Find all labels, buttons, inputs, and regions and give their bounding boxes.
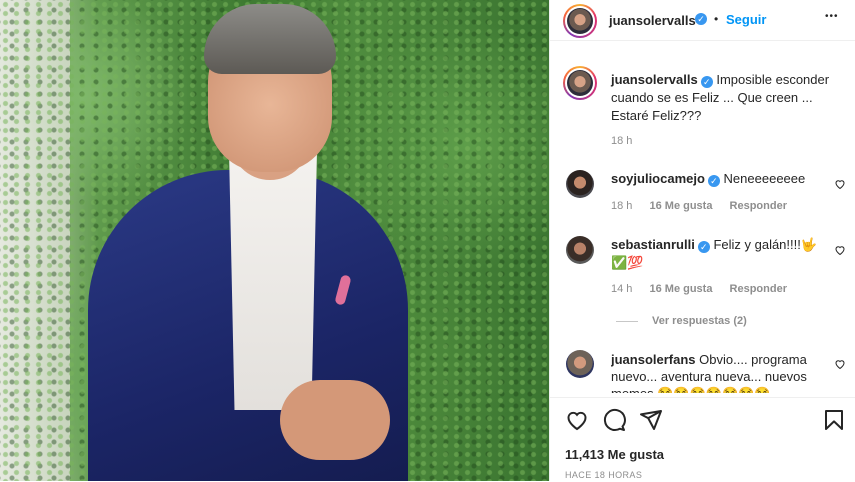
post-photo[interactable] xyxy=(0,0,549,481)
comment-meta: 14 h 16 Me gusta Responder xyxy=(611,283,787,295)
comment-heart-icon[interactable] xyxy=(834,178,846,190)
heart-icon[interactable] xyxy=(565,408,589,432)
comment-meta: 18 h 16 Me gusta Responder xyxy=(611,200,787,212)
comment-text: Feliz y galán!!!!🤟 xyxy=(713,237,818,252)
post-header: juansolervalls ✓ • Seguir ••• xyxy=(550,0,855,41)
comment-icon[interactable] xyxy=(602,408,626,432)
avatar[interactable] xyxy=(566,236,594,264)
comment-time[interactable]: 14 h xyxy=(611,283,632,295)
replies-divider xyxy=(616,321,638,322)
comment: soyjuliocamejo ✓ Neneeeeeeee xyxy=(611,171,831,187)
caption-username[interactable]: juansolervalls xyxy=(611,72,698,87)
verified-icon: ✓ xyxy=(707,175,720,187)
comment-username[interactable]: juansolerfans xyxy=(611,352,696,367)
bookmark-icon[interactable] xyxy=(822,408,846,432)
comment-username[interactable]: soyjuliocamejo xyxy=(611,171,705,186)
post-caption: juansolervalls ✓ Imposible esconder cuand… xyxy=(611,71,841,125)
view-replies-button[interactable]: Ver respuestas (2) xyxy=(652,315,747,327)
comment-text-emoji: ✅💯 xyxy=(611,255,644,270)
post-time[interactable]: HACE 18 HORAS xyxy=(565,470,642,480)
author-username[interactable]: juansolervalls xyxy=(609,13,696,28)
avatar[interactable] xyxy=(567,8,593,34)
verified-icon: ✓ xyxy=(697,241,710,253)
verified-icon: ✓ xyxy=(695,13,707,25)
reply-button[interactable]: Responder xyxy=(730,283,787,295)
comment: juansolerfans Obvio.... programa nuevo..… xyxy=(611,351,833,393)
comment-username[interactable]: sebastianrulli xyxy=(611,237,695,252)
comment: sebastianrulli ✓ Feliz y galán!!!!🤟 ✅💯 xyxy=(611,236,831,272)
author-avatar-ring[interactable] xyxy=(563,4,597,38)
comment-likes[interactable]: 16 Me gusta xyxy=(649,283,712,295)
comment-heart-icon[interactable] xyxy=(834,358,846,370)
post-actions: 11,413 Me gusta HACE 18 HORAS xyxy=(550,397,855,482)
avatar[interactable] xyxy=(567,70,593,96)
post-side-panel: juansolervalls ✓ • Seguir ••• juansolerv… xyxy=(549,0,855,481)
caption-avatar-ring[interactable] xyxy=(563,66,597,100)
avatar[interactable] xyxy=(566,350,594,378)
photo-subject xyxy=(80,0,420,481)
likes-count[interactable]: 11,413 Me gusta xyxy=(565,447,664,462)
comment-likes[interactable]: 16 Me gusta xyxy=(649,200,712,212)
verified-icon: ✓ xyxy=(700,76,713,88)
comment-time[interactable]: 18 h xyxy=(611,200,632,212)
separator-dot: • xyxy=(714,12,719,26)
comment-text: Neneeeeeeee xyxy=(723,171,806,186)
share-icon[interactable] xyxy=(639,408,663,432)
reply-button[interactable]: Responder xyxy=(730,200,787,212)
more-icon[interactable]: ••• xyxy=(825,11,839,22)
follow-button[interactable]: Seguir xyxy=(726,12,766,27)
comment-heart-icon[interactable] xyxy=(834,244,846,256)
avatar[interactable] xyxy=(566,170,594,198)
caption-time[interactable]: 18 h xyxy=(611,135,632,147)
